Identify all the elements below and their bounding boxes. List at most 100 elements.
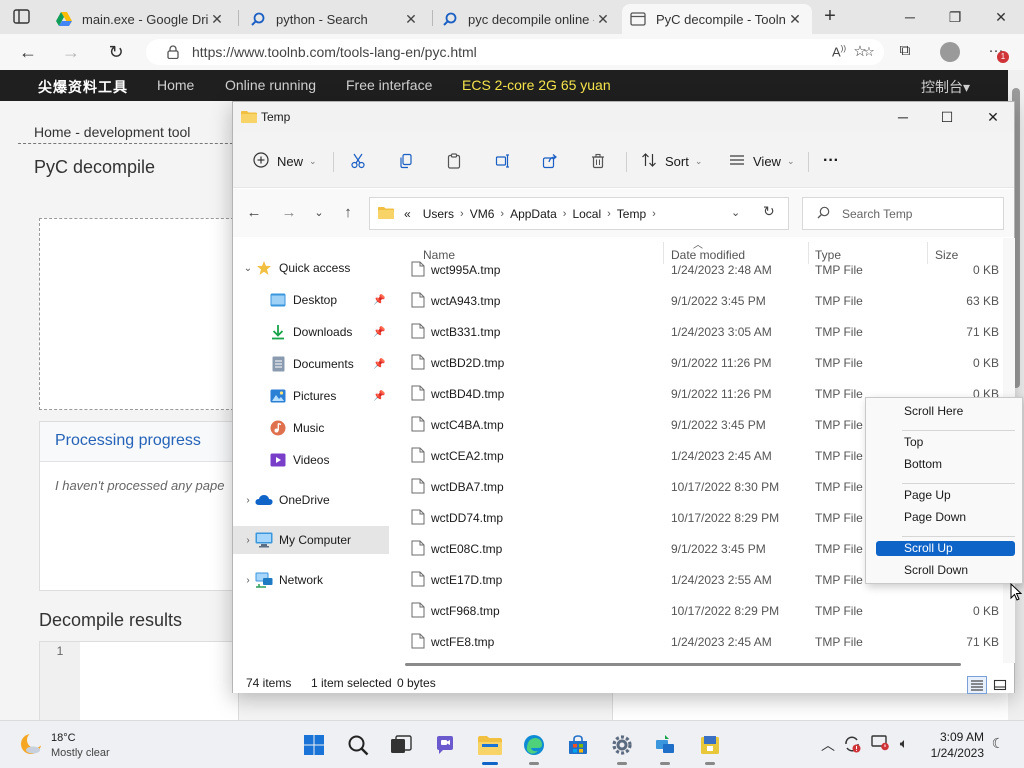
chevron-up-icon[interactable]: ︿ xyxy=(818,735,838,755)
tab-actions-icon[interactable] xyxy=(12,8,32,26)
file-row[interactable]: wctFE8.tmp 1/24/2023 2:45 AM TMP File 71 KB xyxy=(391,626,1003,657)
display-alert-icon[interactable] xyxy=(870,735,890,755)
tab-google-drive[interactable]: main.exe - Google Driv ✕ xyxy=(48,4,234,34)
rename-icon[interactable] xyxy=(491,150,515,172)
chevron-right-icon[interactable]: › xyxy=(241,495,255,506)
details-view-icon[interactable] xyxy=(967,676,987,694)
nav-item-quick-access[interactable]: ⌄ Quick access xyxy=(233,254,389,282)
pin-icon[interactable]: 📌 xyxy=(373,391,385,402)
menu-item-scroll-here[interactable]: Scroll Here xyxy=(876,404,1015,419)
path-segment-local[interactable]: Local xyxy=(572,207,601,221)
chevron-right-icon[interactable]: › xyxy=(500,208,504,220)
weather-temperature[interactable]: 18°C xyxy=(51,732,76,744)
volume-icon[interactable]: 🔈︎ xyxy=(894,735,914,755)
nav-item-music[interactable]: Music xyxy=(233,414,389,442)
file-explorer-icon[interactable] xyxy=(476,731,504,765)
cut-icon[interactable] xyxy=(346,150,370,172)
pin-icon[interactable]: 📌 xyxy=(373,327,385,338)
close-tab-icon[interactable]: ✕ xyxy=(402,11,420,28)
new-tab-button[interactable]: + xyxy=(819,6,841,28)
nav-item-documents[interactable]: Documents 📌 xyxy=(233,350,389,378)
code-editor[interactable]: 1 xyxy=(39,641,239,721)
task-view-icon[interactable] xyxy=(387,731,415,759)
nav-link-online-running[interactable]: Online running xyxy=(225,77,316,93)
path-segment-users[interactable]: Users xyxy=(423,207,454,221)
network-share-icon[interactable] xyxy=(651,731,679,765)
file-row[interactable]: wct995A.tmp 1/24/2023 2:48 AM TMP File 0 KB xyxy=(391,254,1003,285)
chevron-right-icon[interactable]: › xyxy=(652,208,656,220)
minimize-icon[interactable]: ─ xyxy=(898,6,922,28)
menu-item-page-down[interactable]: Page Down xyxy=(876,510,1015,525)
close-tab-icon[interactable]: ✕ xyxy=(208,11,226,28)
weather-condition[interactable]: Mostly clear xyxy=(51,747,110,759)
copy-icon[interactable] xyxy=(394,150,418,172)
nav-console-dropdown[interactable]: 控制台▾ xyxy=(921,77,970,97)
recent-locations-icon[interactable]: ⌄ xyxy=(308,202,330,224)
paste-icon[interactable] xyxy=(442,150,466,172)
path-overflow[interactable]: « xyxy=(404,207,411,221)
restore-icon[interactable]: ❐ xyxy=(943,6,967,28)
nav-item-downloads[interactable]: Downloads 📌 xyxy=(233,318,389,346)
store-icon[interactable] xyxy=(564,731,592,759)
chevron-down-icon[interactable]: ⌄ xyxy=(731,206,740,219)
address-bar[interactable]: https://www.toolnb.com/tools-lang-en/pyc… xyxy=(146,39,884,65)
explorer-title-bar[interactable]: Temp ─ ☐ ✕ xyxy=(233,102,1014,132)
collections-icon[interactable]: ⧉ xyxy=(893,42,917,62)
new-button[interactable]: New ⌄ xyxy=(253,150,317,172)
chat-icon[interactable] xyxy=(431,731,459,759)
clock-time[interactable]: 3:09 AM xyxy=(936,730,984,744)
breadcrumb[interactable]: Home - development tool xyxy=(34,124,190,140)
back-arrow-icon[interactable]: ← xyxy=(16,41,40,63)
path-segment-temp[interactable]: Temp xyxy=(617,207,646,221)
close-tab-icon[interactable]: ✕ xyxy=(594,11,612,28)
menu-item-top[interactable]: Top xyxy=(876,435,1015,450)
menu-item-bottom[interactable]: Bottom xyxy=(876,457,1015,472)
view-button[interactable]: View ⌄ xyxy=(729,150,795,172)
chevron-right-icon[interactable]: › xyxy=(241,575,255,586)
nav-item-my-computer[interactable]: › My Computer xyxy=(233,526,389,554)
settings-gear-icon[interactable] xyxy=(608,731,636,765)
path-segment-appdata[interactable]: AppData xyxy=(510,207,557,221)
edge-browser-icon[interactable] xyxy=(520,731,548,765)
search-input[interactable]: Search Temp xyxy=(802,197,1004,230)
maximize-icon[interactable]: ☐ xyxy=(932,106,962,128)
nav-item-videos[interactable]: Videos xyxy=(233,446,389,474)
sort-button[interactable]: Sort ⌄ xyxy=(641,150,702,172)
weather-moon-icon[interactable] xyxy=(20,732,43,755)
refresh-icon[interactable]: ↻ xyxy=(763,203,775,220)
more-options-button[interactable]: ··· xyxy=(823,150,839,172)
chevron-right-icon[interactable]: › xyxy=(607,208,611,220)
chevron-right-icon[interactable]: › xyxy=(563,208,567,220)
notifications-moon-icon[interactable]: ☾ xyxy=(988,735,1008,755)
tab-pyc-decompile-search[interactable]: pyc decompile online - ✕ xyxy=(434,4,620,34)
archive-app-icon[interactable] xyxy=(696,731,724,765)
close-window-icon[interactable]: ✕ xyxy=(989,6,1013,28)
path-segment-vm6[interactable]: VM6 xyxy=(470,207,495,221)
chevron-down-icon[interactable]: ⌄ xyxy=(241,263,255,274)
tab-python-search[interactable]: python - Search ✕ xyxy=(242,4,428,34)
close-tab-icon[interactable]: ✕ xyxy=(786,11,804,28)
file-row[interactable]: wctF968.tmp 10/17/2022 8:29 PM TMP File 0 K… xyxy=(391,595,1003,626)
menu-item-page-up[interactable]: Page Up xyxy=(876,488,1015,503)
menu-item-scroll-up[interactable]: Scroll Up xyxy=(876,541,1015,556)
tiles-view-icon[interactable] xyxy=(990,676,1010,694)
forward-arrow-icon[interactable]: → xyxy=(278,202,300,224)
pin-icon[interactable]: 📌 xyxy=(373,359,385,370)
pin-icon[interactable]: 📌 xyxy=(373,295,385,306)
minimize-icon[interactable]: ─ xyxy=(888,106,918,128)
tab-pyc-decompile-toolnb[interactable]: PyC decompile - Toolnb ✕ xyxy=(622,4,812,34)
menu-item-scroll-down[interactable]: Scroll Down xyxy=(876,563,1015,578)
chevron-right-icon[interactable]: › xyxy=(460,208,464,220)
file-row[interactable]: wctB331.tmp 1/24/2023 3:05 AM TMP File 71 K… xyxy=(391,316,1003,347)
share-icon[interactable] xyxy=(538,150,562,172)
clock-date[interactable]: 1/24/2023 xyxy=(920,746,984,760)
upload-drop-zone[interactable] xyxy=(39,218,239,410)
close-window-icon[interactable]: ✕ xyxy=(978,106,1008,128)
nav-item-network[interactable]: › Network xyxy=(233,566,389,594)
chevron-right-icon[interactable]: › xyxy=(241,535,255,546)
sync-alert-icon[interactable] xyxy=(842,735,862,755)
forward-arrow-icon[interactable]: → xyxy=(59,41,83,63)
nav-link-free-interface[interactable]: Free interface xyxy=(346,77,432,93)
site-logo[interactable]: 尖爆资料工具 xyxy=(38,77,128,97)
horizontal-scrollbar[interactable] xyxy=(393,663,1001,671)
